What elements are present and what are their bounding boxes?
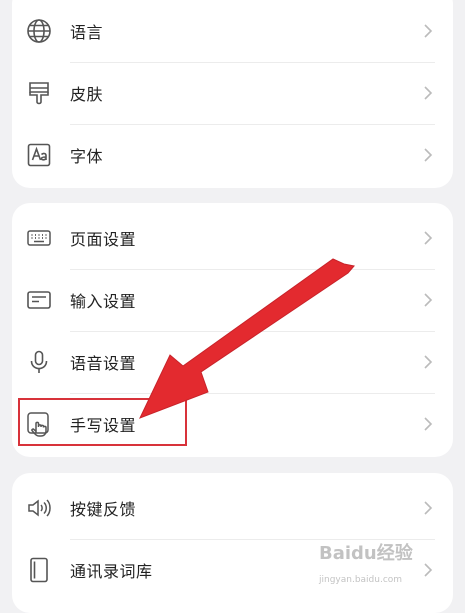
settings-item-input-settings[interactable]: 输入设置 <box>12 269 453 331</box>
phone-book-icon <box>26 557 52 583</box>
watermark-url: jingyan.baidu.com <box>319 575 403 585</box>
settings-item-label: 语言 <box>70 23 104 42</box>
settings-item-label: 输入设置 <box>70 292 137 311</box>
settings-item-voice-settings[interactable]: 语音设置 <box>12 331 453 393</box>
chevron-right-icon <box>423 85 433 101</box>
settings-item-label: 按键反馈 <box>70 500 137 519</box>
keyboard-icon <box>26 225 52 251</box>
settings-item-label: 页面设置 <box>70 230 137 249</box>
chevron-right-icon <box>423 147 433 163</box>
chevron-right-icon <box>423 292 433 308</box>
paint-brush-icon <box>26 80 52 106</box>
speaker-icon <box>26 495 52 521</box>
settings-item-page-settings[interactable]: 页面设置 <box>12 207 453 269</box>
input-box-icon <box>26 287 52 313</box>
chevron-right-icon <box>423 23 433 39</box>
font-icon <box>26 142 52 168</box>
settings-card-general: 语言 皮肤 字体 <box>12 0 453 188</box>
settings-item-label: 通讯录词库 <box>70 562 153 581</box>
settings-item-font[interactable]: 字体 <box>12 124 453 186</box>
settings-item-label: 皮肤 <box>70 85 104 104</box>
chevron-right-icon <box>423 230 433 246</box>
highlight-box <box>18 398 187 446</box>
chevron-right-icon <box>423 500 433 516</box>
settings-item-label: 字体 <box>70 147 104 166</box>
settings-item-language[interactable]: 语言 <box>12 0 453 62</box>
settings-item-key-feedback[interactable]: 按键反馈 <box>12 477 453 539</box>
watermark-logo: Baidu经验 jingyan.baidu.com <box>319 539 439 585</box>
chevron-right-icon <box>423 354 433 370</box>
microphone-icon <box>26 349 52 375</box>
settings-item-skin[interactable]: 皮肤 <box>12 62 453 124</box>
settings-item-label: 语音设置 <box>70 354 137 373</box>
chevron-right-icon <box>423 416 433 432</box>
globe-icon <box>26 18 52 44</box>
watermark-logo-text: Baidu经验 <box>319 543 413 564</box>
